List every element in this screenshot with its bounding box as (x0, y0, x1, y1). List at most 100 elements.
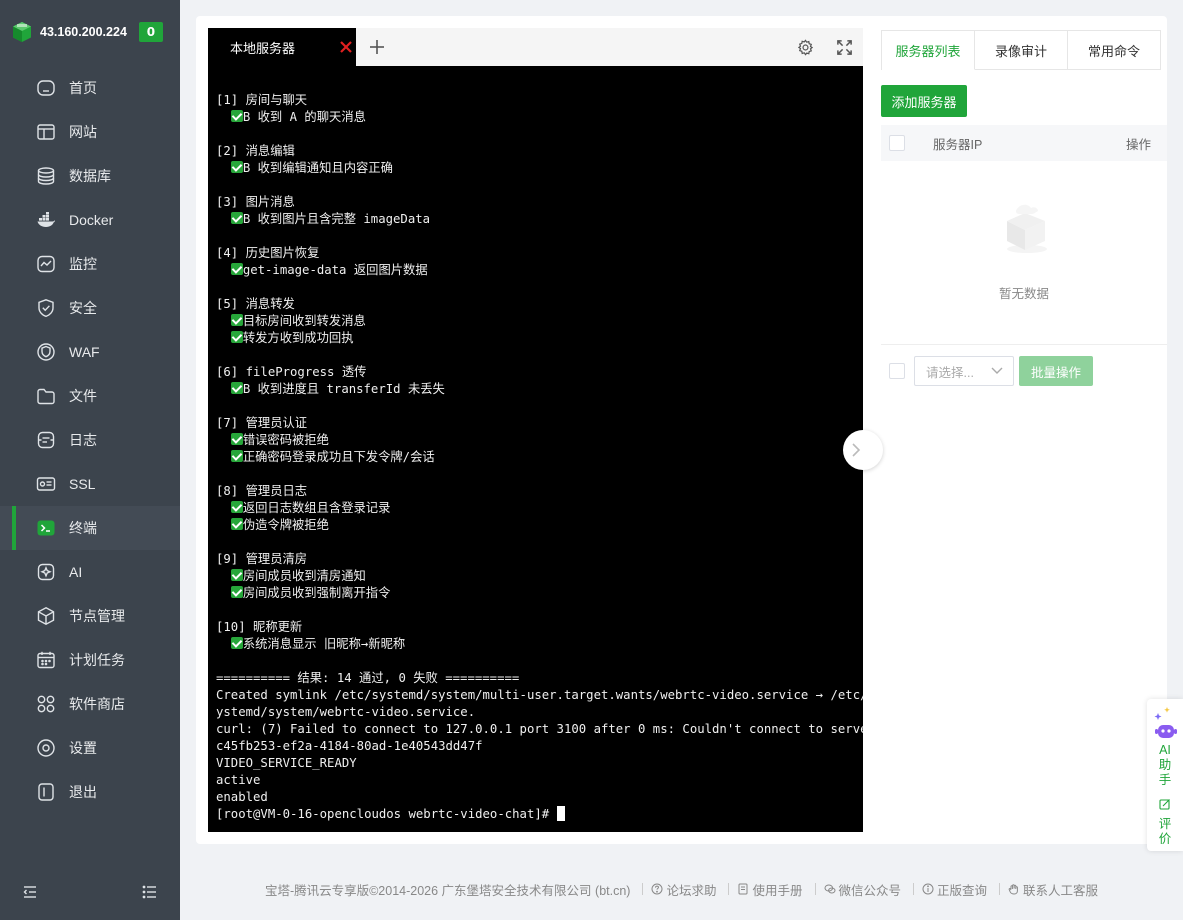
check-mark-icon (230, 433, 243, 445)
sidebar-item-security[interactable]: 安全 (0, 286, 180, 330)
terminal-line-text: ========== 结果: 14 通过, 0 失败 ========== (216, 671, 520, 685)
sidebar-item-ai[interactable]: AI (0, 550, 180, 594)
bulk-select-checkbox[interactable] (889, 363, 905, 379)
ai-helper-float[interactable]: AI 助手 评价 (1147, 699, 1183, 851)
notification-badge[interactable]: 0 (138, 22, 163, 42)
review-label[interactable]: 评价 (1147, 817, 1183, 847)
check-mark-icon (230, 637, 243, 649)
add-server-button[interactable]: 添加服务器 (881, 85, 967, 117)
sidebar-item-home[interactable]: 首页 (0, 66, 180, 110)
terminal-line: Created symlink /etc/systemd/system/mult… (216, 687, 863, 704)
fullscreen-icon[interactable] (836, 39, 853, 56)
terminal-line: ========== 结果: 14 通过, 0 失败 ========== (216, 670, 863, 687)
close-icon[interactable] (338, 39, 354, 55)
bulk-operation-button[interactable]: 批量操作 (1019, 356, 1093, 386)
terminal-line-text: 返回日志数组且含登录记录 (242, 501, 391, 515)
edit-review-icon (1159, 799, 1170, 810)
select-all-checkbox[interactable] (889, 135, 905, 151)
sidebar-item-label: 软件商店 (69, 696, 125, 712)
bulk-action-select[interactable]: 请选择... (914, 356, 1014, 386)
terminal-line-text: 系统消息显示 旧昵称→新昵称 (242, 637, 406, 651)
sidebar-item-logout[interactable]: 退出 (0, 770, 180, 814)
menu-list-icon[interactable] (142, 884, 158, 900)
terminal-line-text: [4] 历史图片恢复 (216, 246, 320, 260)
collapse-sidebar-icon[interactable] (22, 884, 38, 900)
terminal-line-text: enabled (216, 790, 268, 804)
check-mark-icon (230, 382, 243, 394)
select-placeholder: 请选择... (926, 365, 974, 380)
sidebar-item-label: 计划任务 (69, 652, 125, 668)
footer-link-forum[interactable]: 论坛求助 (651, 880, 716, 899)
sidebar-item-ssl[interactable]: SSL (0, 462, 180, 506)
terminal-line: B 收到编辑通知且内容正确 (216, 160, 863, 177)
server-ip[interactable]: 43.160.200.224 (40, 25, 127, 39)
terminal-line-text: [8] 管理员日志 (216, 484, 308, 498)
tab-common-commands[interactable]: 常用命令 (1068, 31, 1160, 70)
add-tab-icon[interactable] (368, 38, 386, 56)
terminal-line-text: active (216, 773, 261, 787)
terminal-line: VIDEO_SERVICE_READY (216, 755, 863, 772)
footer-link-manual[interactable]: 使用手册 (737, 880, 803, 899)
sidebar-item-nodes[interactable]: 节点管理 (0, 594, 180, 638)
sidebar-item-logs[interactable]: 日志 (0, 418, 180, 462)
terminal-line: 错误密码被拒绝 (216, 432, 863, 449)
terminal-line: 目标房间收到转发消息 (216, 313, 863, 330)
terminal-line: [1] 房间与聊天 (216, 92, 863, 109)
sidebar-item-label: WAF (69, 344, 100, 360)
terminal-line: 转发方收到成功回执 (216, 330, 863, 347)
sidebar-item-terminal[interactable]: 终端 (0, 506, 180, 550)
terminal-line: [10] 昵称更新 (216, 619, 863, 636)
sidebar-item-docker[interactable]: Docker (0, 198, 180, 242)
chevron-down-icon (991, 367, 1003, 374)
ai-helper-label[interactable]: AI 助手 (1147, 743, 1183, 788)
terminal-line: 伪造令牌被拒绝 (216, 517, 863, 534)
sidebar-item-monitor[interactable]: 监控 (0, 242, 180, 286)
terminal-line-text: 转发方收到成功回执 (242, 331, 354, 345)
node-icon (36, 606, 56, 626)
bulk-actions: 请选择... 批量操作 (889, 356, 1093, 386)
toggle-panel-button[interactable] (843, 430, 883, 470)
terminal-line-text: curl: (7) Failed to connect to 127.0.0.1… (216, 722, 863, 736)
footer-link-wechat[interactable]: 微信公众号 (824, 880, 901, 899)
terminal-line-text: B 收到 A 的聊天消息 (242, 110, 366, 124)
footer-link-support[interactable]: 联系人工客服 (1008, 880, 1098, 899)
sidebar-item-store[interactable]: 软件商店 (0, 682, 180, 726)
terminal-line-text: get-image-data 返回图片数据 (242, 263, 428, 277)
sidebar-item-website[interactable]: 网站 (0, 110, 180, 154)
terminal-line-text: Created symlink /etc/systemd/system/mult… (216, 688, 863, 702)
footer-divider (999, 883, 1001, 895)
check-mark-icon (230, 212, 243, 224)
terminal-output[interactable]: [1] 房间与聊天 B 收到 A 的聊天消息 [2] 消息编辑 B 收到编辑通知且… (208, 66, 863, 823)
sidebar-item-files[interactable]: 文件 (0, 374, 180, 418)
bt-logo-icon (13, 22, 31, 42)
wechat-icon (824, 884, 836, 894)
terminal-line: [3] 图片消息 (216, 194, 863, 211)
sidebar-item-settings[interactable]: 设置 (0, 726, 180, 770)
terminal-tab-local[interactable]: 本地服务器 (208, 28, 356, 66)
monitor-icon (36, 254, 56, 274)
sidebar-item-label: Docker (69, 212, 114, 228)
terminal-line: c45fb253-ef2a-4184-80ad-1e40543dd47f (216, 738, 863, 755)
database-icon (36, 166, 56, 186)
terminal-panel[interactable]: 本地服务器 [1] 房间与聊天 B 收到 A 的聊天消息 [2] 消息编辑 B 收… (208, 28, 863, 832)
tab-server-list[interactable]: 服务器列表 (882, 31, 975, 70)
terminal-line: 正确密码登录成功且下发令牌/会话 (216, 449, 863, 466)
sidebar-item-cron[interactable]: 计划任务 (0, 638, 180, 682)
footer-link-license[interactable]: 正版查询 (922, 880, 987, 899)
help-circle-icon (651, 883, 663, 895)
chevron-right-icon (852, 443, 861, 457)
sidebar-item-database[interactable]: 数据库 (0, 154, 180, 198)
logout-icon (36, 782, 56, 802)
sidebar-item-waf[interactable]: WAF (0, 330, 180, 374)
tab-recording-audit[interactable]: 录像审计 (975, 31, 1068, 70)
sidebar-item-label: 日志 (69, 432, 97, 448)
check-mark-icon (230, 518, 243, 530)
ssl-icon (36, 474, 56, 494)
check-mark-icon (230, 569, 243, 581)
terminal-line-text: [1] 房间与聊天 (216, 93, 308, 107)
gear-icon[interactable] (797, 39, 814, 56)
